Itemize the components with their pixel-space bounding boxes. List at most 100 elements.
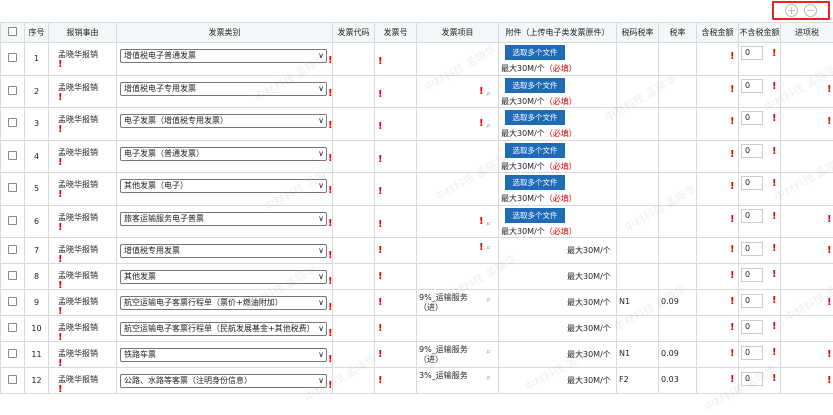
invoice-project-cell[interactable]	[417, 173, 499, 206]
reason-text[interactable]: 孟晓华报销	[58, 244, 98, 255]
invoice-code-cell[interactable]	[333, 75, 375, 108]
invoice-type-select[interactable]: 增值税电子专用发票∨	[120, 82, 327, 96]
row-select-cell[interactable]	[1, 290, 25, 316]
row-checkbox[interactable]	[8, 216, 17, 225]
invoice-project-cell[interactable]: ⌕!	[417, 108, 499, 141]
row-checkbox[interactable]	[8, 118, 17, 127]
amount-excl-input[interactable]: 0	[741, 346, 763, 360]
invoice-number-cell[interactable]: !	[375, 173, 417, 206]
input-tax-cell[interactable]	[781, 173, 833, 206]
row-checkbox[interactable]	[8, 183, 17, 192]
row-select-cell[interactable]	[1, 75, 25, 108]
reason-text[interactable]: 孟晓华报销	[58, 179, 98, 190]
row-checkbox[interactable]	[8, 53, 17, 62]
input-tax-cell[interactable]: !	[781, 205, 833, 238]
row-select-cell[interactable]	[1, 264, 25, 290]
add-row-icon[interactable]: +	[785, 4, 798, 17]
invoice-code-cell[interactable]	[333, 43, 375, 76]
amount-excl-input[interactable]: 0	[741, 46, 763, 60]
input-tax-cell[interactable]	[781, 140, 833, 173]
input-tax-cell[interactable]	[781, 316, 833, 342]
row-select-cell[interactable]	[1, 316, 25, 342]
invoice-type-select[interactable]: 公路、水路等客票（注明身份信息）∨	[120, 374, 327, 388]
row-select-cell[interactable]	[1, 368, 25, 394]
invoice-project-cell[interactable]: ⌕!	[417, 238, 499, 264]
input-tax-cell[interactable]	[781, 43, 833, 76]
reason-text[interactable]: 孟晓华报销	[58, 114, 98, 125]
upload-files-button[interactable]: 选取多个文件	[505, 78, 565, 93]
row-select-cell[interactable]	[1, 205, 25, 238]
invoice-code-cell[interactable]	[333, 238, 375, 264]
invoice-code-cell[interactable]	[333, 140, 375, 173]
amount-excl-input[interactable]: 0	[741, 176, 763, 190]
invoice-project-cell[interactable]	[417, 43, 499, 76]
row-select-cell[interactable]	[1, 108, 25, 141]
search-icon[interactable]: ⌕	[486, 121, 491, 131]
search-icon[interactable]: ⌕	[486, 89, 491, 99]
invoice-type-select[interactable]: 增值税电子普通发票∨	[120, 49, 327, 63]
amount-excl-input[interactable]: 0	[741, 320, 763, 334]
invoice-project-cell[interactable]: 9%_运输服务（进）⌕	[417, 342, 499, 368]
row-checkbox[interactable]	[8, 297, 17, 306]
reason-text[interactable]: 孟晓华报销	[58, 348, 98, 359]
search-icon[interactable]: ⌕	[486, 219, 491, 229]
invoice-type-select[interactable]: 航空运输电子客票行程单（民航发展基金+其他税费）∨	[120, 322, 327, 336]
invoice-number-cell[interactable]: !	[375, 43, 417, 76]
input-tax-cell[interactable]: !	[781, 342, 833, 368]
invoice-type-select[interactable]: 增值税专用发票∨	[120, 244, 327, 258]
amount-excl-input[interactable]: 0	[741, 144, 763, 158]
row-checkbox[interactable]	[8, 323, 17, 332]
reason-text[interactable]: 孟晓华报销	[58, 322, 98, 333]
invoice-code-cell[interactable]	[333, 264, 375, 290]
invoice-number-cell[interactable]: !	[375, 368, 417, 394]
row-checkbox[interactable]	[8, 349, 17, 358]
row-select-cell[interactable]	[1, 173, 25, 206]
upload-files-button[interactable]: 选取多个文件	[505, 45, 565, 60]
invoice-type-select[interactable]: 其他发票∨	[120, 270, 327, 284]
invoice-project-cell[interactable]: ⌕!	[417, 205, 499, 238]
row-checkbox[interactable]	[8, 375, 17, 384]
invoice-code-cell[interactable]	[333, 316, 375, 342]
reason-text[interactable]: 孟晓华报销	[58, 82, 98, 93]
amount-excl-input[interactable]: 0	[741, 372, 763, 386]
upload-files-button[interactable]: 选取多个文件	[505, 175, 565, 190]
reason-text[interactable]: 孟晓华报销	[58, 147, 98, 158]
input-tax-cell[interactable]: !	[781, 238, 833, 264]
row-checkbox[interactable]	[8, 86, 17, 95]
reason-text[interactable]: 孟晓华报销	[58, 270, 98, 281]
reason-text[interactable]: 孟晓华报销	[58, 296, 98, 307]
amount-excl-input[interactable]: 0	[741, 111, 763, 125]
invoice-number-cell[interactable]: !	[375, 238, 417, 264]
invoice-type-select[interactable]: 电子发票（普通发票）∨	[120, 147, 327, 161]
invoice-code-cell[interactable]	[333, 108, 375, 141]
invoice-number-cell[interactable]: !	[375, 316, 417, 342]
upload-files-button[interactable]: 选取多个文件	[505, 110, 565, 125]
invoice-project-cell[interactable]	[417, 140, 499, 173]
invoice-code-cell[interactable]	[333, 173, 375, 206]
invoice-project-cell[interactable]: ⌕!	[417, 75, 499, 108]
reason-text[interactable]: 孟晓华报销	[58, 374, 98, 385]
row-select-cell[interactable]	[1, 43, 25, 76]
row-checkbox[interactable]	[8, 271, 17, 280]
invoice-number-cell[interactable]: !	[375, 108, 417, 141]
row-checkbox[interactable]	[8, 151, 17, 160]
select-all-checkbox[interactable]	[8, 27, 17, 36]
search-icon[interactable]: ⌕	[486, 295, 491, 305]
upload-files-button[interactable]: 选取多个文件	[505, 143, 565, 158]
invoice-project-cell[interactable]	[417, 316, 499, 342]
input-tax-cell[interactable]	[781, 264, 833, 290]
invoice-type-select[interactable]: 旅客运输服务电子普票∨	[120, 212, 327, 226]
input-tax-cell[interactable]: !	[781, 108, 833, 141]
invoice-code-cell[interactable]	[333, 205, 375, 238]
search-icon[interactable]: ⌕	[486, 347, 491, 357]
invoice-type-select[interactable]: 铁路车票∨	[120, 348, 327, 362]
header-select-all[interactable]	[1, 23, 25, 43]
invoice-type-select[interactable]: 其他发票（电子）∨	[120, 179, 327, 193]
upload-files-button[interactable]: 选取多个文件	[505, 208, 565, 223]
invoice-code-cell[interactable]	[333, 368, 375, 394]
search-icon[interactable]: ⌕	[486, 243, 491, 253]
amount-excl-input[interactable]: 0	[741, 242, 763, 256]
row-select-cell[interactable]	[1, 342, 25, 368]
row-select-cell[interactable]	[1, 238, 25, 264]
input-tax-cell[interactable]: !	[781, 290, 833, 316]
